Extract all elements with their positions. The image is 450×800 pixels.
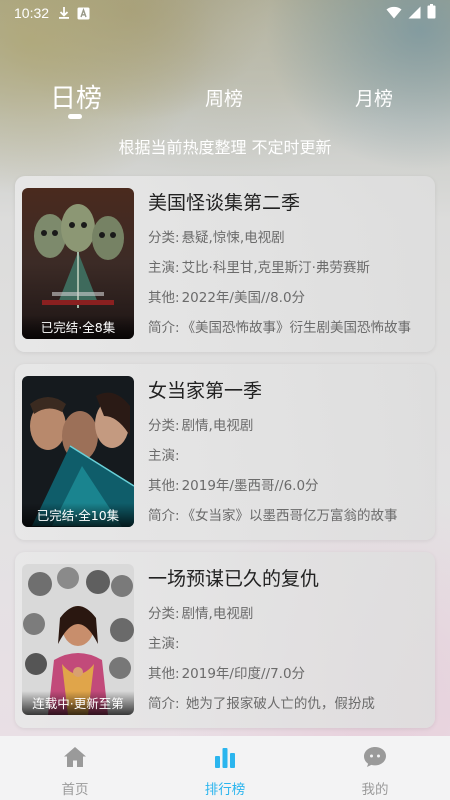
item-title: 女当家第一季: [148, 380, 263, 402]
ranking-subtitle: 根据当前热度整理 不定时更新: [118, 138, 332, 157]
tab-daily[interactable]: 日榜: [46, 78, 106, 115]
list-item[interactable]: 连载中·更新至第 一场预谋已久的复仇 分类: 剧情,电视剧 主演: 其他: 2019…: [15, 552, 435, 728]
nav-home-label: 首页: [61, 782, 89, 798]
nav-mine[interactable]: 我的: [300, 736, 450, 800]
chat-face-icon: [363, 746, 387, 772]
download-icon: [57, 6, 71, 20]
item-cast: 主演:: [148, 448, 180, 464]
home-icon: [63, 746, 87, 772]
tab-monthly[interactable]: 月榜: [344, 84, 404, 111]
item-category: 分类: 剧情,电视剧: [148, 606, 254, 622]
item-intro: 简介: 《美国恐怖故事》衍生剧美国恐怖故事: [148, 320, 412, 336]
poster-image: 已完结·全8集: [22, 188, 134, 339]
poster-status-tag: 连载中·更新至第: [22, 691, 134, 715]
nav-ranking[interactable]: 排行榜: [150, 736, 300, 800]
item-cast: 主演: 艾比·科里甘,克里斯汀·弗劳赛斯: [148, 260, 370, 276]
item-intro: 简介: 《女当家》以墨西哥亿万富翁的故事: [148, 508, 398, 524]
status-bar: 10:32: [0, 0, 450, 26]
app-notification-icon: [77, 7, 90, 20]
poster-image: 连载中·更新至第: [22, 564, 134, 715]
poster-status-tag: 已完结·全8集: [22, 315, 134, 339]
item-other: 其他: 2019年/印度//7.0分: [148, 666, 306, 682]
chart-icon: [213, 746, 237, 772]
item-category: 分类: 剧情,电视剧: [148, 418, 254, 434]
tab-weekly[interactable]: 周榜: [194, 84, 254, 111]
status-time: 10:32: [14, 5, 50, 21]
poster-status-tag: 已完结·全10集: [22, 503, 134, 527]
item-other: 其他: 2022年/美国//8.0分: [148, 290, 306, 306]
item-title: 一场预谋已久的复仇: [148, 568, 320, 590]
item-intro: 简介: 她为了报家破人亡的仇，假扮成: [148, 696, 375, 712]
list-item[interactable]: 已完结·全10集 女当家第一季 分类: 剧情,电视剧 主演: 其他: 2019年/墨…: [15, 364, 435, 540]
list-item[interactable]: 已完结·全8集 美国怪谈集第二季 分类: 悬疑,惊悚,电视剧 主演: 艾比·科里甘,…: [15, 176, 435, 352]
item-other: 其他: 2019年/墨西哥//6.0分: [148, 478, 319, 494]
item-cast: 主演:: [148, 636, 180, 652]
item-category: 分类: 悬疑,惊悚,电视剧: [148, 230, 285, 246]
item-title: 美国怪谈集第二季: [148, 192, 301, 214]
signal-icon: [408, 4, 421, 23]
ranking-tabs: 日榜 周榜 月榜: [0, 74, 450, 124]
wifi-icon: [386, 4, 402, 23]
battery-icon: [427, 3, 436, 23]
active-tab-indicator: [68, 114, 82, 119]
bottom-navigation: 首页 排行榜 我的: [0, 736, 450, 800]
ranking-list: 已完结·全8集 美国怪谈集第二季 分类: 悬疑,惊悚,电视剧 主演: 艾比·科里甘,…: [15, 176, 435, 740]
nav-ranking-label: 排行榜: [204, 782, 246, 798]
nav-home[interactable]: 首页: [0, 736, 150, 800]
nav-mine-label: 我的: [361, 782, 389, 798]
poster-image: 已完结·全10集: [22, 376, 134, 527]
